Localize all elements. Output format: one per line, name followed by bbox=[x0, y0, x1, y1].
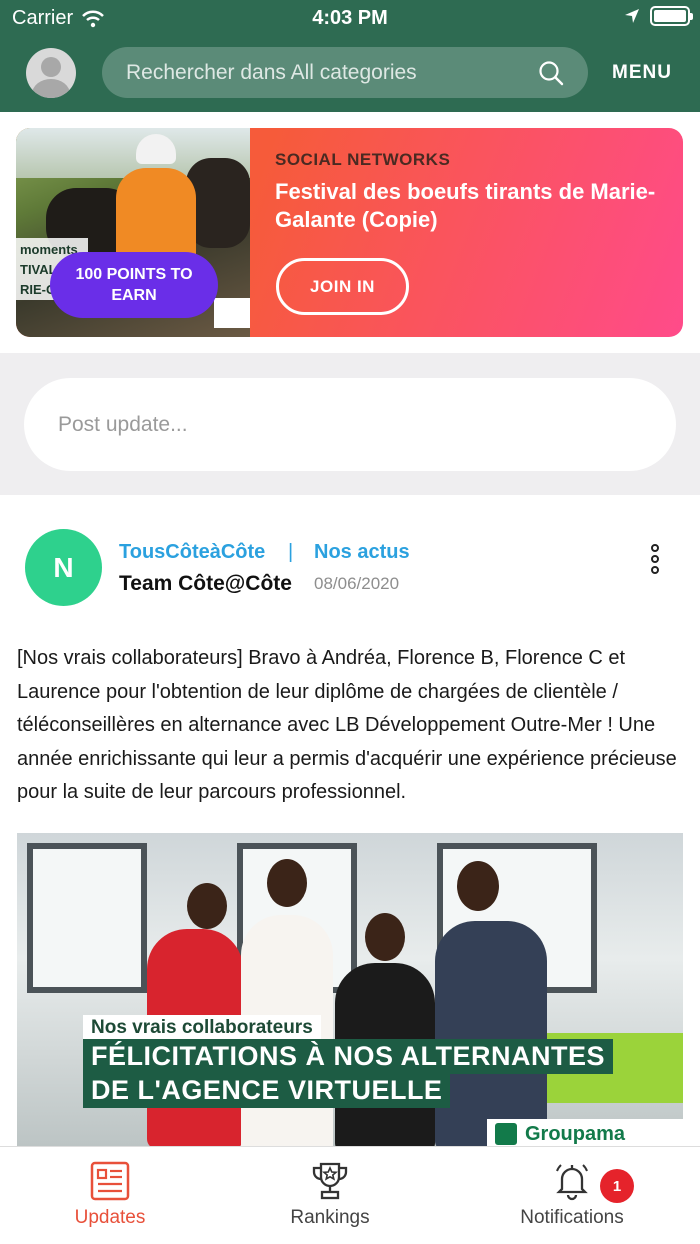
image-tagline: Nos vrais collaborateurs bbox=[83, 1015, 321, 1041]
post-group-link[interactable]: TousCôteàCôte bbox=[119, 541, 265, 564]
bottom-tab-bar: Updates Rankings Notifications 1 bbox=[0, 1146, 700, 1244]
tab-rankings[interactable]: Rankings bbox=[220, 1147, 440, 1244]
post-category-link[interactable]: Nos actus bbox=[314, 541, 410, 564]
app-header: Carrier 4:03 PM Rechercher dans All cate… bbox=[0, 0, 700, 112]
status-right bbox=[624, 6, 693, 26]
post-date: 08/06/2020 bbox=[314, 574, 400, 593]
notification-count-badge: 1 bbox=[600, 1169, 634, 1203]
image-banner-line-2: DE L'AGENCE VIRTUELLE bbox=[83, 1073, 451, 1108]
post-body-text: [Nos vrais collaborateurs] Bravo à André… bbox=[17, 647, 677, 803]
tab-updates[interactable]: Updates bbox=[0, 1147, 220, 1244]
search-input[interactable]: Rechercher dans All categories bbox=[126, 61, 538, 85]
tab-updates-label: Updates bbox=[74, 1207, 146, 1228]
updates-icon bbox=[90, 1161, 130, 1201]
points-badge: 100 POINTS TO EARN bbox=[50, 252, 218, 318]
trophy-icon bbox=[312, 1162, 348, 1200]
status-bar: Carrier 4:03 PM bbox=[0, 0, 700, 36]
tab-notifications[interactable]: Notifications bbox=[462, 1147, 682, 1244]
post-header-separator: | bbox=[288, 541, 294, 563]
groupama-logo-icon bbox=[214, 298, 250, 328]
join-in-button[interactable]: JOIN IN bbox=[276, 258, 409, 315]
user-avatar[interactable] bbox=[26, 48, 76, 98]
compose-section: Post update... bbox=[0, 353, 700, 495]
challenge-promo-card[interactable]: moments TIVAL D RIE-G 100 POINTS TO EARN… bbox=[16, 128, 683, 337]
post-author-name[interactable]: Team Côte@Côte bbox=[119, 572, 292, 596]
search-icon[interactable] bbox=[538, 60, 564, 86]
groupama-logo: Groupama bbox=[487, 1119, 683, 1147]
image-banner-line-1: FÉLICITATIONS À NOS ALTERNANTES bbox=[83, 1039, 613, 1074]
bell-icon bbox=[556, 1164, 588, 1201]
location-arrow-icon bbox=[625, 9, 639, 23]
tab-rankings-label: Rankings bbox=[290, 1207, 370, 1228]
post-image[interactable]: Nos vrais collaborateurs FÉLICITATIONS À… bbox=[17, 833, 683, 1147]
status-time: 4:03 PM bbox=[312, 7, 388, 29]
tab-notifications-label: Notifications bbox=[520, 1207, 624, 1228]
battery-icon bbox=[650, 6, 693, 26]
post-author-avatar[interactable]: N bbox=[25, 529, 102, 606]
more-options-icon[interactable] bbox=[642, 544, 668, 574]
post-update-input[interactable]: Post update... bbox=[24, 378, 676, 471]
menu-button[interactable]: MENU bbox=[612, 62, 672, 84]
promo-title: Festival des boeufs tirants de Marie-Gal… bbox=[275, 179, 656, 232]
promo-category: SOCIAL NETWORKS bbox=[275, 150, 451, 169]
groupama-logo-text: Groupama bbox=[525, 1122, 626, 1145]
groupama-mark-icon bbox=[495, 1123, 517, 1145]
search-bar[interactable]: Rechercher dans All categories bbox=[102, 47, 588, 98]
